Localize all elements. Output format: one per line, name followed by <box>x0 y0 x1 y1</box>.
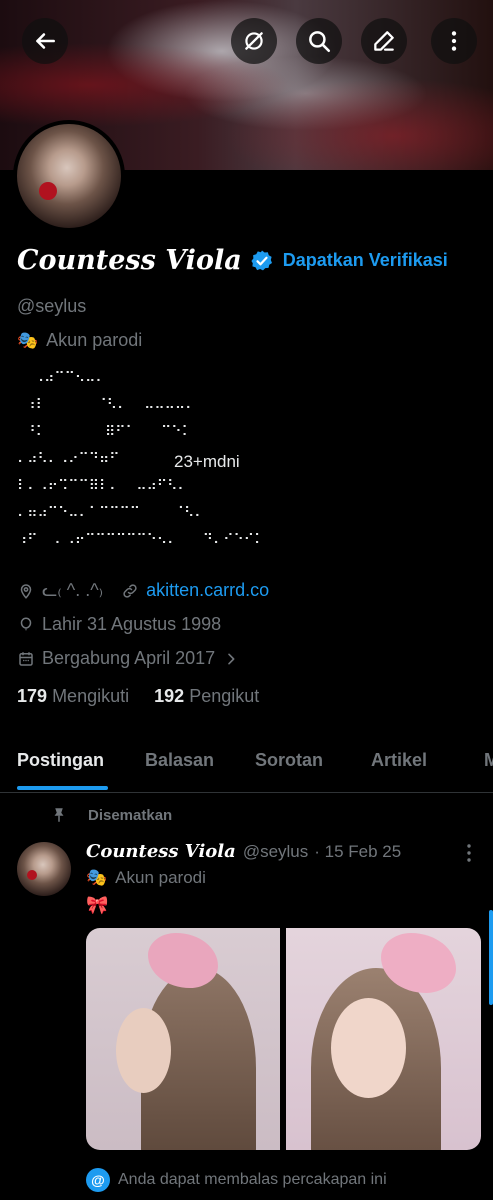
search-icon <box>309 31 331 53</box>
following-link[interactable]: 179 Mengikuti <box>17 686 129 706</box>
following-label: Mengikuti <box>52 686 130 706</box>
edit-icon <box>374 31 394 51</box>
mask-icon: 🎭 <box>86 868 108 887</box>
joined-row[interactable]: Bergabung April 2017 <box>17 648 246 669</box>
chevron-right-icon <box>228 653 235 664</box>
search-button[interactable] <box>296 18 342 64</box>
get-verified-link[interactable]: Dapatkan Verifikasi <box>283 250 448 271</box>
post-image-1[interactable] <box>86 928 280 1150</box>
balloon-icon <box>20 616 32 630</box>
back-arrow-icon <box>36 33 55 49</box>
post-author-avatar[interactable] <box>17 842 71 896</box>
followers-count: 192 <box>154 686 185 706</box>
profile-avatar[interactable] <box>13 120 125 232</box>
followers-link[interactable]: 192 Pengikut <box>154 686 259 706</box>
location-row: ᓚ₍ ^. .^₎ akitten.carrd.co <box>17 580 269 601</box>
birthday-row: Lahir 31 Agustus 1998 <box>17 614 221 635</box>
back-button[interactable] <box>22 18 68 64</box>
bio-tag: 23+mdni <box>174 452 240 471</box>
more-vertical-icon <box>451 31 457 51</box>
followers-label: Pengikut <box>189 686 260 706</box>
post-text: 🎀 <box>86 895 109 915</box>
grok-icon <box>245 32 263 50</box>
active-tab-indicator <box>17 786 108 790</box>
more-button[interactable] <box>431 18 477 64</box>
calendar-icon <box>19 651 33 666</box>
location-text: ᓚ₍ ^. .^₎ <box>42 580 104 600</box>
tab-highlights[interactable]: Sorotan <box>255 750 323 771</box>
post-parody-text: Akun parodi <box>115 868 206 887</box>
link-icon <box>123 583 137 598</box>
location-icon <box>20 583 32 599</box>
display-name: Countess Viola <box>17 245 242 276</box>
pin-icon <box>54 808 64 822</box>
profile-name-row: Countess Viola Dapatkan Verifikasi <box>17 245 448 276</box>
pinned-label: Disematkan <box>88 806 173 824</box>
tab-replies[interactable]: Balasan <box>145 750 214 771</box>
edit-button[interactable] <box>361 18 407 64</box>
website-link[interactable]: akitten.carrd.co <box>146 580 269 601</box>
reply-permission-note: @ Anda dapat membalas percakapan ini <box>86 1168 387 1192</box>
post-more-icon[interactable] <box>461 842 477 864</box>
tab-posts[interactable]: Postingan <box>17 750 104 771</box>
post-author-name[interactable]: Countess Viola <box>86 841 236 862</box>
following-count: 179 <box>17 686 48 706</box>
tab-articles[interactable]: Artikel <box>371 750 427 771</box>
profile-tabs: Postingan Balasan Sorotan Artikel M <box>0 740 493 793</box>
mention-icon: @ <box>86 1168 110 1192</box>
mask-icon: 🎭 <box>17 330 39 350</box>
post-author-handle[interactable]: @seylus <box>243 842 308 862</box>
reply-note-text: Anda dapat membalas percakapan ini <box>118 1171 387 1188</box>
post-date[interactable]: · 15 Feb 25 <box>314 842 401 862</box>
follow-stats: 179 Mengikuti 192 Pengikut <box>17 686 259 707</box>
joined-text: Bergabung April 2017 <box>42 648 216 668</box>
pinned-indicator: Disematkan <box>50 806 172 824</box>
parody-label: 🎭 Akun parodi <box>17 330 142 351</box>
post-header: Countess Viola @seylus · 15 Feb 25 <box>86 841 401 862</box>
post-parody-label: 🎭 Akun parodi <box>86 868 206 888</box>
verified-badge-icon <box>251 250 272 270</box>
post-image-2[interactable] <box>286 928 481 1150</box>
scrollbar[interactable] <box>489 910 493 1005</box>
profile-handle: @seylus <box>17 296 87 316</box>
parody-text: Akun parodi <box>46 330 143 350</box>
grok-button[interactable] <box>231 18 277 64</box>
birthday-text: Lahir 31 Agustus 1998 <box>42 614 222 634</box>
tab-media[interactable]: M <box>484 750 493 771</box>
